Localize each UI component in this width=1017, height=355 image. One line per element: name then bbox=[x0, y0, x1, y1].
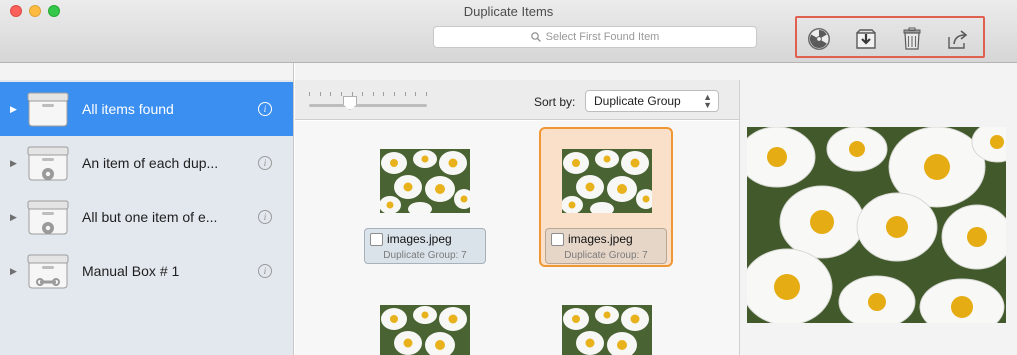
share-icon[interactable] bbox=[945, 26, 971, 52]
grid-toolbar: Sort by: Duplicate Group ▲ ▼ bbox=[295, 80, 739, 120]
sidebar-item-label: An item of each dup... bbox=[82, 155, 219, 171]
disclosure-triangle-icon[interactable]: ▶ bbox=[10, 158, 20, 169]
content-header-strip bbox=[295, 63, 1017, 80]
file-info-card: images.jpeg Duplicate Group: 7 bbox=[545, 228, 667, 264]
box-wrench-icon bbox=[27, 251, 69, 291]
duplicate-group-label: Duplicate Group: 7 bbox=[383, 250, 467, 261]
duplicate-item-tile[interactable]: images.jpeg Duplicate Group: 7 bbox=[361, 127, 495, 267]
sidebar-item-label: All items found bbox=[82, 101, 174, 117]
import-icon[interactable] bbox=[853, 26, 879, 52]
search-icon bbox=[530, 32, 541, 42]
disclosure-triangle-icon[interactable]: ▶ bbox=[10, 212, 20, 223]
image-thumbnail bbox=[380, 149, 470, 213]
radiation-icon[interactable] bbox=[806, 26, 832, 52]
sidebar-item-all-items-found[interactable]: ▶ All items found i bbox=[0, 82, 293, 136]
sidebar-item-an-item-of-each-duplicate[interactable]: ▶ An item of each dup... i bbox=[0, 136, 293, 190]
sidebar-item-label: All but one item of e... bbox=[82, 209, 218, 225]
sort-select-value: Duplicate Group bbox=[594, 94, 681, 108]
sidebar: ▶ All items found i ▶ An item of each du… bbox=[0, 80, 294, 355]
search-field[interactable]: Select First Found Item bbox=[433, 26, 757, 48]
select-checkbox[interactable] bbox=[370, 233, 383, 246]
select-checkbox[interactable] bbox=[551, 233, 564, 246]
info-icon[interactable]: i bbox=[258, 264, 272, 278]
file-name: images.jpeg bbox=[387, 232, 452, 246]
duplicate-item-tile-selected[interactable]: images.jpeg Duplicate Group: 7 bbox=[539, 127, 673, 267]
info-icon[interactable]: i bbox=[258, 210, 272, 224]
sort-label: Sort by: bbox=[534, 95, 576, 109]
image-thumbnail[interactable] bbox=[380, 305, 470, 355]
box-icon bbox=[27, 89, 69, 129]
info-icon[interactable]: i bbox=[258, 102, 272, 116]
disclosure-triangle-icon[interactable]: ▶ bbox=[10, 266, 20, 277]
image-preview bbox=[747, 127, 1006, 323]
box-gear-icon bbox=[27, 197, 69, 237]
file-name: images.jpeg bbox=[568, 232, 633, 246]
box-gear-icon bbox=[27, 143, 69, 183]
zoom-slider-thumb[interactable] bbox=[343, 96, 357, 110]
image-thumbnail[interactable] bbox=[562, 305, 652, 355]
search-placeholder: Select First Found Item bbox=[545, 31, 660, 43]
sidebar-header-strip bbox=[0, 63, 294, 80]
zoom-slider-ticks bbox=[309, 92, 427, 98]
file-info-card: images.jpeg Duplicate Group: 7 bbox=[364, 228, 486, 264]
sidebar-item-all-but-one-item[interactable]: ▶ All but one item of e... i bbox=[0, 190, 293, 244]
chevron-updown-icon: ▲ ▼ bbox=[703, 92, 712, 110]
sidebar-item-label: Manual Box # 1 bbox=[82, 263, 180, 279]
disclosure-triangle-icon[interactable]: ▶ bbox=[10, 104, 20, 115]
action-toolbar-group bbox=[795, 16, 985, 58]
sort-select[interactable]: Duplicate Group ▲ ▼ bbox=[585, 90, 719, 112]
trash-icon[interactable] bbox=[899, 26, 925, 52]
image-thumbnail bbox=[562, 149, 652, 213]
duplicates-grid: images.jpeg Duplicate Group: 7 images.jp… bbox=[295, 121, 739, 355]
title-bar: Duplicate Items Select First Found Item bbox=[0, 0, 1017, 63]
sidebar-item-manual-box-1[interactable]: ▶ Manual Box # 1 i bbox=[0, 244, 293, 298]
duplicate-group-label: Duplicate Group: 7 bbox=[564, 250, 648, 261]
zoom-slider[interactable] bbox=[309, 104, 427, 107]
info-icon[interactable]: i bbox=[258, 156, 272, 170]
